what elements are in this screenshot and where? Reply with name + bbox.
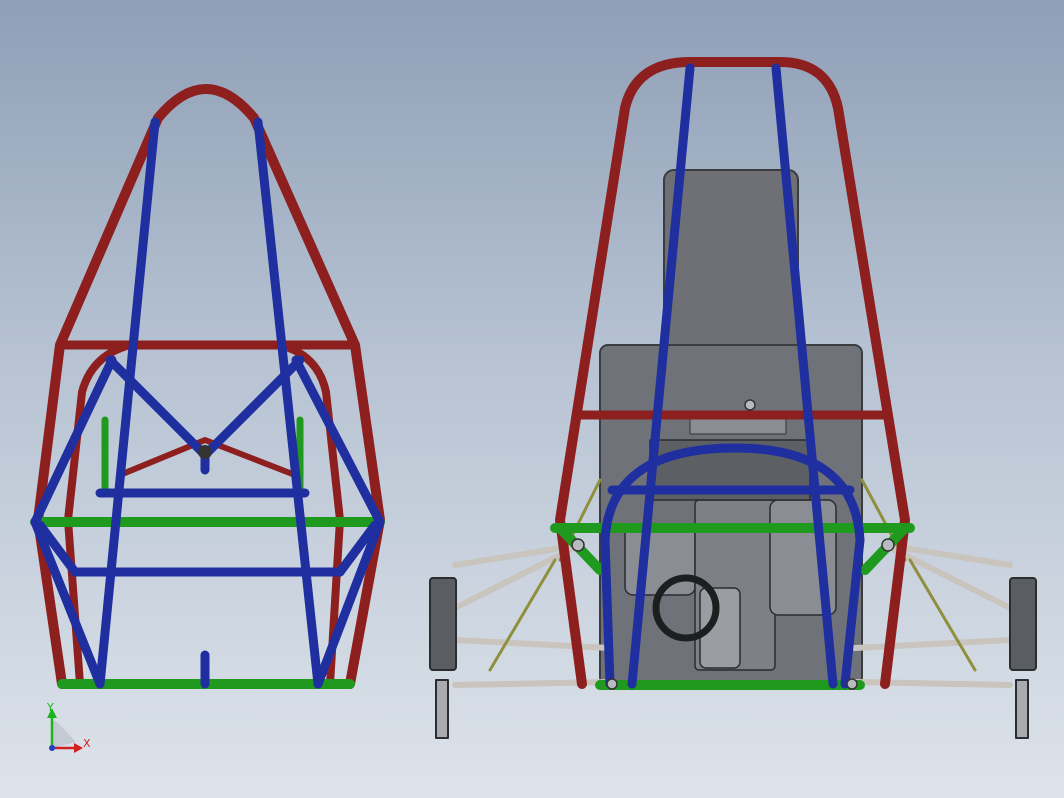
rear-chassis[interactable]	[429, 57, 1037, 739]
front-roll-cage[interactable]	[30, 84, 385, 689]
center-node	[198, 445, 212, 459]
z-axis-origin	[49, 745, 55, 751]
y-axis-label: Y	[46, 701, 54, 714]
axis-triad: Y X	[46, 701, 91, 753]
cad-scene[interactable]: Y X	[0, 0, 1064, 798]
x-axis-label: X	[83, 737, 91, 750]
x-axis-head	[74, 743, 83, 753]
cad-viewport[interactable]: Y X	[0, 0, 1064, 798]
